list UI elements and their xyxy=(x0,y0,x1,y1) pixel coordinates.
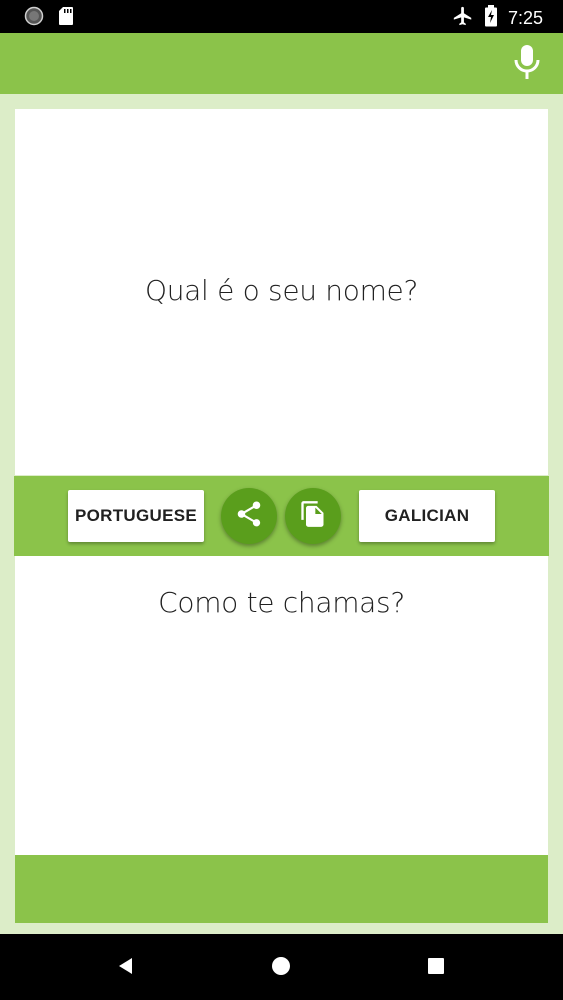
target-text-card[interactable]: Como te chamas? xyxy=(15,556,548,855)
source-text: Qual é o seu nome? xyxy=(144,274,419,307)
app-bar xyxy=(0,33,563,94)
target-language-button[interactable]: GALICIAN xyxy=(359,490,495,542)
status-left-icons xyxy=(24,6,74,31)
back-button[interactable] xyxy=(114,956,138,980)
home-button[interactable] xyxy=(269,956,293,980)
status-bar: 7:25 xyxy=(0,0,563,33)
copy-icon xyxy=(299,500,327,533)
status-right-icons: 7:25 xyxy=(452,5,543,32)
target-text: Como te chamas? xyxy=(158,586,405,619)
bottom-panel xyxy=(15,855,548,923)
share-icon xyxy=(234,499,264,534)
recent-apps-icon xyxy=(427,957,445,980)
circle-notification-icon xyxy=(24,6,44,31)
voice-input-button[interactable] xyxy=(511,44,543,85)
home-icon xyxy=(270,955,292,982)
status-time: 7:25 xyxy=(507,8,543,28)
source-text-card[interactable]: Qual é o seu nome? xyxy=(15,109,548,475)
back-icon xyxy=(116,956,136,981)
language-control-bar: PORTUGUESE GALICIAN xyxy=(14,476,549,556)
recent-apps-button[interactable] xyxy=(424,956,448,980)
copy-button[interactable] xyxy=(285,488,341,544)
microphone-icon xyxy=(513,44,541,85)
airplane-mode-icon xyxy=(452,5,474,32)
source-language-button[interactable]: PORTUGUESE xyxy=(68,490,204,542)
sd-card-icon xyxy=(58,6,74,31)
battery-charging-icon xyxy=(484,5,498,32)
navigation-bar xyxy=(0,934,563,1000)
share-button[interactable] xyxy=(221,488,277,544)
